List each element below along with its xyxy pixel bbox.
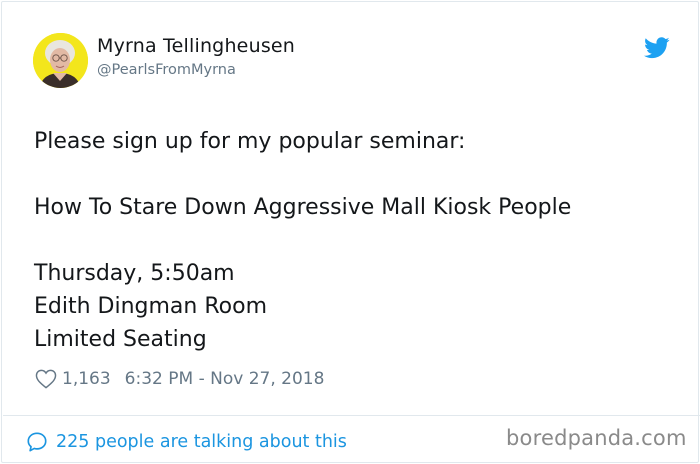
speech-bubble-icon <box>27 432 47 452</box>
tweet-line: Limited Seating <box>34 327 207 352</box>
tweet-line: Thursday, 5:50am <box>34 261 235 286</box>
profile-photo <box>33 33 88 88</box>
conversation-text[interactable]: 225 people are talking about this <box>56 432 347 452</box>
tweet-timestamp[interactable]: 6:32 PM - Nov 27, 2018 <box>125 369 325 389</box>
author-name[interactable]: Myrna Tellingheusen <box>97 35 295 57</box>
tweet-line <box>34 158 674 191</box>
tweet-text: Please sign up for my popular seminar: H… <box>34 125 674 356</box>
tweet-line: Edith Dingman Room <box>34 294 267 319</box>
tweet-line: Please sign up for my popular seminar: <box>34 129 466 154</box>
author-handle[interactable]: @PearlsFromMyrna <box>97 62 236 78</box>
tweet-line <box>34 224 674 257</box>
watermark: boredpanda.com <box>506 426 687 450</box>
tweet-line: How To Stare Down Aggressive Mall Kiosk … <box>34 195 572 220</box>
like-count[interactable]: 1,163 <box>62 369 111 389</box>
conversation-link[interactable]: 225 people are talking about this <box>26 429 347 455</box>
divider <box>3 415 700 416</box>
avatar[interactable] <box>33 33 88 88</box>
tweet-card: Myrna Tellingheusen @PearlsFromMyrna Ple… <box>1 1 700 463</box>
heart-icon[interactable] <box>35 369 57 389</box>
twitter-bird-icon[interactable] <box>644 37 670 59</box>
tweet-meta: 1,163 6:32 PM - Nov 27, 2018 <box>35 366 324 392</box>
